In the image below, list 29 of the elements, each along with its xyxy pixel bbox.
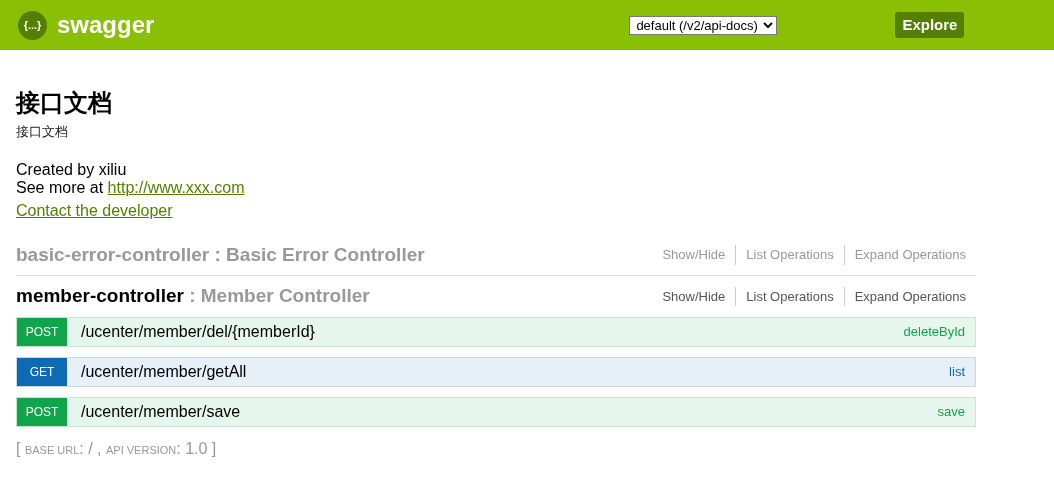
operation-row[interactable]: GET /ucenter/member/getAll list: [16, 356, 976, 387]
method-badge: POST: [17, 397, 67, 426]
controller-action-link[interactable]: List Operations: [735, 286, 834, 306]
website-link[interactable]: http://www.xxx.com: [107, 177, 245, 197]
operation-summary: save: [937, 402, 965, 421]
see-more-label: See more at: [16, 178, 105, 197]
operation-summary: list: [949, 362, 965, 381]
controller-action-link[interactable]: Show/Hide: [662, 286, 726, 306]
operation-path: /ucenter/member/getAll: [81, 361, 248, 382]
controller-description: : Member Controller: [188, 284, 370, 308]
method-badge: GET: [17, 357, 67, 386]
contact-link[interactable]: Contact the developer: [16, 198, 173, 223]
created-by: Created by xiliu: [16, 161, 128, 178]
method-badge: POST: [17, 317, 67, 346]
operation-row[interactable]: POST /ucenter/member/del/{memberId} deleteById: [16, 316, 976, 347]
spec-select[interactable]: default (/v2/api-docs): [629, 15, 778, 35]
api-version-footer: [ BASE URL: / , API VERSION: 1.0 ]: [16, 436, 1038, 461]
api-description: 接口文档: [16, 123, 69, 141]
controller-action-link[interactable]: Expand Operations: [843, 286, 966, 306]
explore-button[interactable]: Explore: [895, 12, 965, 38]
controller-name[interactable]: member-controller: [16, 282, 184, 311]
api-title: 接口文档: [16, 88, 113, 118]
operation-summary: deleteById: [903, 322, 965, 341]
logo-icon[interactable]: {...}: [18, 10, 47, 40]
controller-description: : Basic Error Controller: [213, 242, 425, 267]
operation-path: /ucenter/member/del/{memberId}: [81, 321, 316, 342]
brand-name: swagger: [57, 10, 155, 40]
operation-path: /ucenter/member/save: [81, 401, 242, 422]
operation-row[interactable]: POST /ucenter/member/save save: [16, 396, 976, 427]
